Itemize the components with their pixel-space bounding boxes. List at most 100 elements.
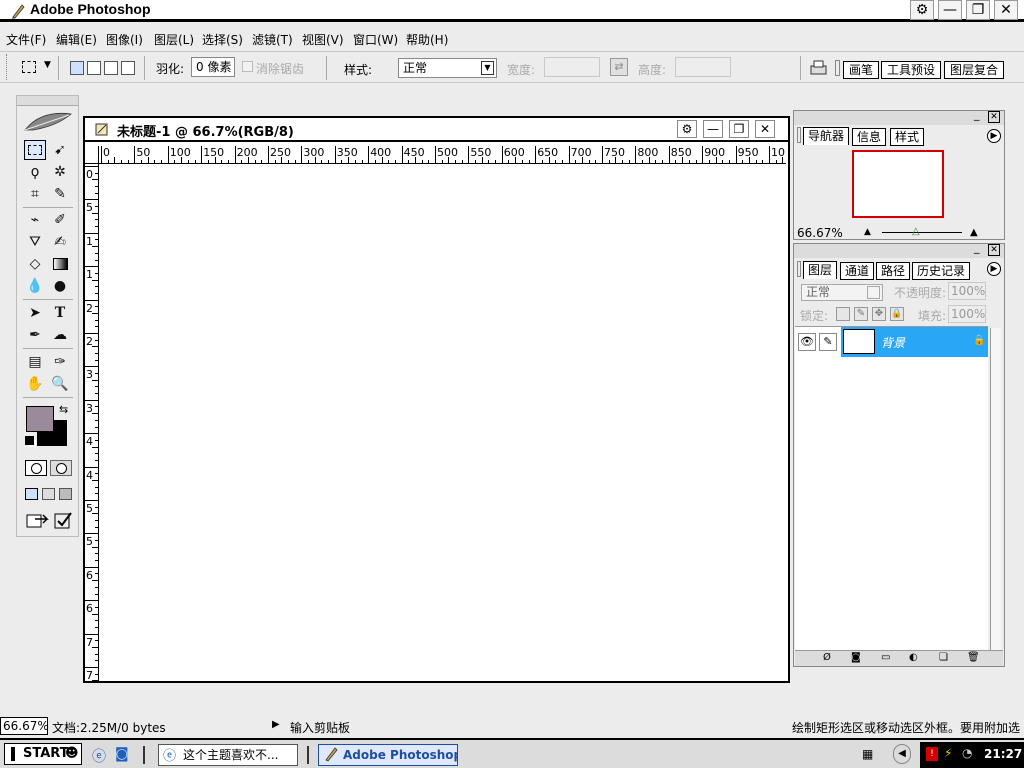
- menu-edit[interactable]: 编辑(E): [56, 31, 97, 48]
- lock-transparency-icon[interactable]: [836, 307, 850, 321]
- tab-history[interactable]: 历史记录: [912, 262, 971, 280]
- start-button[interactable]: START ☻: [4, 743, 82, 765]
- volume-icon[interactable]: ◔: [962, 746, 972, 760]
- subtract-selection-icon[interactable]: [104, 61, 118, 75]
- menu-view[interactable]: 视图(V): [302, 31, 344, 48]
- eye-icon[interactable]: 👁: [798, 333, 816, 351]
- trash-icon[interactable]: 🗑: [967, 652, 980, 663]
- palette-tab-layer-comps[interactable]: 图层复合: [944, 61, 1005, 79]
- opacity-input[interactable]: 100%: [948, 282, 986, 300]
- tab-info[interactable]: 信息: [852, 128, 887, 146]
- panel-titlebar[interactable]: _ ✕: [794, 241, 1004, 258]
- minimize-button[interactable]: —: [938, 0, 962, 20]
- tab-navigator[interactable]: 导航器: [803, 127, 850, 145]
- layer-row[interactable]: 👁 ✎ 背景 🔒: [795, 327, 988, 357]
- healing-brush-icon[interactable]: ⌁: [24, 210, 46, 230]
- quick-launch-icon[interactable]: ◙: [115, 746, 129, 762]
- keyboard-icon[interactable]: ▦: [862, 747, 873, 761]
- toolbox-grip[interactable]: [17, 96, 78, 106]
- options-grip[interactable]: [6, 54, 8, 80]
- tab-paths[interactable]: 路径: [876, 262, 911, 280]
- panel-menu-icon[interactable]: ▶: [987, 262, 1001, 276]
- add-to-selection-icon[interactable]: [87, 61, 101, 75]
- blend-mode-select[interactable]: 正常: [801, 284, 883, 301]
- edit-in-imageready-icon[interactable]: [53, 510, 73, 530]
- eyedropper-icon[interactable]: ✑: [49, 352, 71, 372]
- close-icon[interactable]: ✕: [988, 111, 1000, 123]
- menu-filter[interactable]: 滤镜(T): [252, 31, 293, 48]
- height-input[interactable]: [675, 57, 731, 77]
- zoom-in-icon[interactable]: ▲: [970, 227, 978, 238]
- options-button[interactable]: ⚙: [910, 0, 934, 20]
- palette-tab-brushes[interactable]: 画笔: [843, 61, 880, 79]
- lightning-icon[interactable]: ⚡: [944, 746, 952, 760]
- move-tool-icon[interactable]: ➹: [49, 140, 71, 160]
- quick-mask-icon[interactable]: [50, 460, 72, 476]
- hand-tool-icon[interactable]: ✋: [24, 374, 46, 394]
- palette-tab-tool-presets[interactable]: 工具预设: [881, 61, 942, 79]
- new-layer-icon[interactable]: ❏: [939, 652, 948, 663]
- feather-logo-icon[interactable]: [21, 108, 75, 134]
- standard-mode-icon[interactable]: [25, 460, 47, 476]
- slice-tool-icon[interactable]: ✎: [49, 184, 71, 204]
- crop-tool-icon[interactable]: ⌗: [24, 184, 46, 204]
- document-canvas[interactable]: [100, 165, 786, 680]
- new-group-icon[interactable]: ▭: [881, 652, 890, 663]
- magic-wand-icon[interactable]: ✲: [49, 162, 71, 182]
- document-info[interactable]: 文档:2.25M/0 bytes: [52, 719, 166, 736]
- menu-file[interactable]: 文件(F): [6, 31, 46, 48]
- zoom-tool-icon[interactable]: 🔍: [49, 374, 71, 394]
- blur-tool-icon[interactable]: 💧: [24, 276, 46, 296]
- clone-stamp-icon[interactable]: ⛛: [24, 232, 46, 252]
- status-zoom-input[interactable]: 66.67%: [0, 717, 49, 735]
- type-tool-icon[interactable]: T: [49, 303, 71, 323]
- fill-input[interactable]: 100%: [948, 305, 986, 323]
- lock-pixels-icon[interactable]: ✎: [854, 307, 868, 321]
- security-icon[interactable]: !: [926, 747, 938, 761]
- lock-position-icon[interactable]: ✥: [872, 307, 886, 321]
- menu-select[interactable]: 选择(S): [202, 31, 243, 48]
- menu-help[interactable]: 帮助(H): [406, 31, 448, 48]
- menu-window[interactable]: 窗口(W): [353, 31, 398, 48]
- swap-dimensions-icon[interactable]: ⇄: [610, 58, 628, 76]
- layer-mask-icon[interactable]: ◙: [851, 652, 861, 663]
- vertical-ruler[interactable]: 0511223344556677: [85, 164, 99, 681]
- layer-style-icon[interactable]: Ø: [823, 652, 831, 663]
- notes-tool-icon[interactable]: ▤: [24, 352, 46, 372]
- adjustment-layer-icon[interactable]: ◐: [909, 652, 918, 663]
- zoom-out-icon[interactable]: ▲: [864, 227, 871, 237]
- doc-close-button[interactable]: ✕: [755, 120, 775, 138]
- default-colors-icon[interactable]: [25, 436, 34, 445]
- task-button-photoshop[interactable]: Adobe Photoshop: [318, 744, 458, 766]
- style-select[interactable]: 正常 ▼: [398, 58, 497, 78]
- dodge-tool-icon[interactable]: ●: [49, 276, 71, 296]
- task-button-browser[interactable]: ⓔ 这个主题喜欢不...: [158, 744, 298, 766]
- antialias-checkbox[interactable]: [242, 61, 253, 72]
- gradient-tool-icon[interactable]: [49, 254, 71, 274]
- rect-marquee-tool-icon[interactable]: [24, 140, 46, 160]
- chevron-left-icon[interactable]: ◀: [893, 744, 911, 764]
- restore-button[interactable]: ❐: [966, 0, 990, 20]
- ruler-origin[interactable]: [85, 146, 99, 164]
- fullscreen-icon[interactable]: [59, 488, 72, 500]
- doc-options-button[interactable]: ⚙: [677, 120, 697, 138]
- clock[interactable]: 21:27: [984, 747, 1022, 761]
- feather-input[interactable]: 0 像素: [191, 57, 235, 77]
- jump-to-imageready-icon[interactable]: [25, 510, 49, 530]
- standard-screen-icon[interactable]: [25, 488, 38, 500]
- minimize-icon[interactable]: _: [974, 241, 980, 254]
- foreground-color-swatch[interactable]: [26, 406, 54, 432]
- swap-colors-icon[interactable]: ⇆: [59, 403, 68, 416]
- tab-layers[interactable]: 图层: [803, 261, 838, 279]
- document-title-bar[interactable]: 未标题-1 @ 66.7%(RGB/8) ⚙ — ❐ ✕: [85, 118, 788, 142]
- chevron-down-icon[interactable]: ▼: [44, 60, 51, 70]
- brush-link-icon[interactable]: ✎: [819, 333, 837, 351]
- doc-restore-button[interactable]: ❐: [729, 120, 749, 138]
- navigator-view-box[interactable]: [852, 150, 944, 218]
- tab-channels[interactable]: 通道: [840, 262, 875, 280]
- doc-minimize-button[interactable]: —: [703, 120, 723, 138]
- navigator-zoom[interactable]: 66.67%: [797, 226, 843, 240]
- close-button[interactable]: ✕: [994, 0, 1018, 20]
- file-browser-icon[interactable]: [808, 57, 830, 77]
- history-brush-icon[interactable]: ✍: [49, 232, 71, 252]
